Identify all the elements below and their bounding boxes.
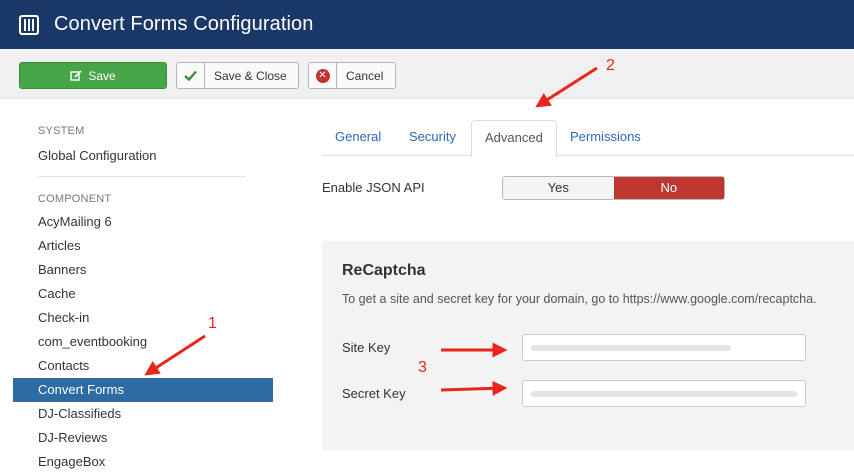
save-close-label: Save & Close <box>214 68 287 83</box>
secret-key-input[interactable] <box>522 380 806 407</box>
save-label: Save <box>88 68 116 83</box>
system-header: SYSTEM <box>38 125 85 137</box>
cancel-label: Cancel <box>346 68 384 83</box>
redacted-value <box>531 391 797 397</box>
annotation-number-2: 2 <box>606 57 615 74</box>
site-key-label: Site Key <box>342 340 391 355</box>
tab-general[interactable]: General <box>322 120 394 156</box>
tab-permissions[interactable]: Permissions <box>557 120 654 156</box>
page-title: Convert Forms Configuration <box>54 13 314 35</box>
save-button[interactable]: Save <box>19 62 167 89</box>
save-close-button[interactable]: Save & Close <box>176 62 299 89</box>
sidebar-item[interactable]: DJ-Reviews <box>13 426 273 450</box>
secret-key-label: Secret Key <box>342 386 406 401</box>
json-api-yes-option[interactable]: Yes <box>503 177 614 199</box>
sidebar-item[interactable]: Cache <box>13 282 273 306</box>
sidebar-item[interactable]: Contacts <box>13 354 273 378</box>
site-key-input[interactable] <box>522 334 806 361</box>
app-header: Convert Forms Configuration <box>0 0 854 49</box>
tab-advanced[interactable]: Advanced <box>471 120 557 157</box>
sliders-icon <box>19 14 39 35</box>
sidebar-item[interactable]: Banners <box>13 258 273 282</box>
sidebar-item[interactable]: com_eventbooking <box>13 330 273 354</box>
sidebar-item[interactable]: Check-in <box>13 306 273 330</box>
component-header: COMPONENT <box>38 193 112 205</box>
json-api-toggle: Yes No <box>502 176 725 200</box>
sidebar-item[interactable]: Articles <box>13 234 273 258</box>
sidebar-item-global-configuration[interactable]: Global Configuration <box>13 144 273 168</box>
recaptcha-description: To get a site and secret key for your do… <box>342 292 817 306</box>
sidebar: SYSTEM Global Configuration COMPONENT Ac… <box>13 99 273 472</box>
sidebar-item[interactable]: EngageBox <box>13 450 273 474</box>
cancel-button[interactable]: ✕ Cancel <box>308 62 396 89</box>
check-icon <box>177 63 205 88</box>
sidebar-item-convert-forms[interactable]: Convert Forms <box>13 378 273 402</box>
cancel-icon: ✕ <box>315 68 330 83</box>
sidebar-item[interactable]: DJ-Classifieds <box>13 402 273 426</box>
json-api-label: Enable JSON API <box>322 180 425 195</box>
sidebar-divider <box>38 176 246 177</box>
annotation-number-3: 3 <box>418 359 427 376</box>
redacted-value <box>531 345 731 351</box>
recaptcha-title: ReCaptcha <box>342 262 426 279</box>
json-api-no-option[interactable]: No <box>613 177 724 199</box>
sidebar-item[interactable]: AcyMailing 6 <box>13 210 273 234</box>
config-tabs: General Security Advanced Permissions <box>322 120 854 157</box>
toolbar: Save Save & Close ✕ Cancel <box>0 49 854 99</box>
recaptcha-panel: ReCaptcha To get a site and secret key f… <box>322 241 854 450</box>
edit-icon <box>70 63 82 88</box>
annotation-number-1: 1 <box>208 315 217 332</box>
tab-security[interactable]: Security <box>396 120 469 156</box>
